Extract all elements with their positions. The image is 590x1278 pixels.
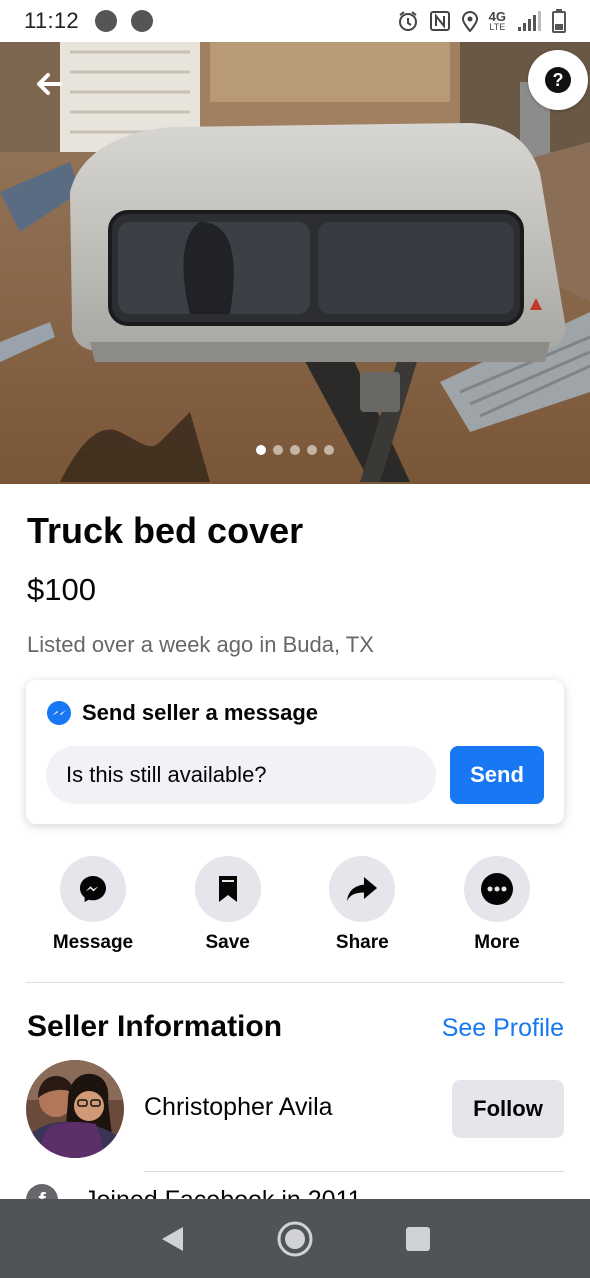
section-divider (26, 982, 564, 983)
message-card-title: Send seller a message (82, 700, 319, 725)
seller-avatar-photo (26, 1060, 124, 1158)
photo-pager (256, 445, 334, 455)
truck-bed-cover-photo (0, 42, 590, 484)
pager-dot[interactable] (290, 445, 300, 455)
pager-dot[interactable] (307, 445, 317, 455)
nav-back-icon (161, 1226, 183, 1251)
joined-facebook-text: Joined Facebook in 2011 (84, 1186, 362, 1200)
pager-dot[interactable] (324, 445, 334, 455)
nav-home-button[interactable] (273, 1217, 317, 1261)
status-time: 11:12 (24, 8, 79, 33)
send-button[interactable]: Send (450, 746, 544, 804)
seller-info-heading: Seller Information (27, 1010, 283, 1043)
share-action-button[interactable]: Share (295, 856, 429, 954)
messenger-icon (80, 876, 106, 902)
system-nav-bar (0, 1199, 590, 1278)
more-action-button[interactable]: More (430, 856, 564, 954)
share-action-label: Share (335, 932, 389, 953)
help-icon: ? (545, 67, 571, 93)
message-seller-card: Send seller a message Is this still avai… (26, 680, 564, 824)
share-icon (347, 877, 378, 901)
seller-avatar[interactable] (26, 1060, 124, 1158)
save-action-button[interactable]: Save (161, 856, 295, 954)
nav-recents-icon (406, 1226, 431, 1251)
share-action-circle[interactable] (329, 856, 396, 922)
nav-back-button[interactable] (150, 1217, 194, 1261)
signal-icon (518, 11, 541, 31)
listing-title: Truck bed cover (27, 510, 304, 551)
message-input[interactable]: Is this still available? (46, 746, 436, 804)
message-action-circle[interactable] (60, 856, 126, 922)
status-icons: 4G LTE (397, 9, 566, 33)
alarm-icon (398, 11, 417, 31)
facebook-icon: f (26, 1184, 58, 1200)
pager-dot[interactable] (273, 445, 283, 455)
notification-dot-icon (130, 10, 153, 32)
save-action-label: Save (205, 932, 250, 953)
notification-dot-icon (94, 10, 117, 32)
nav-home-icon (277, 1221, 313, 1256)
more-action-label: More (474, 932, 520, 953)
joined-facebook-row: f Joined Facebook in 2011 (26, 1184, 564, 1200)
save-action-circle[interactable] (194, 856, 261, 922)
message-card-header: Send seller a message (46, 700, 318, 726)
seller-name[interactable]: Christopher Avila (144, 1093, 333, 1122)
network-icon: 4G LTE (488, 8, 506, 32)
messenger-icon (47, 701, 71, 725)
listing-price: $100 (27, 572, 96, 607)
listing-meta: Listed over a week ago in Buda, TX (27, 632, 374, 657)
see-profile-link[interactable]: See Profile (442, 1014, 564, 1043)
message-action-button[interactable]: Message (26, 856, 160, 954)
back-arrow-icon[interactable] (30, 64, 70, 104)
listing-actions: Message Save Share More (26, 856, 564, 954)
seller-divider (144, 1171, 564, 1172)
pager-dot[interactable] (256, 445, 266, 455)
nfc-icon (429, 11, 450, 31)
follow-button[interactable]: Follow (452, 1080, 564, 1138)
status-bar: 11:12 4G LTE (0, 0, 590, 42)
more-action-circle[interactable] (463, 856, 530, 922)
battery-icon (552, 9, 566, 33)
more-icon (480, 873, 513, 905)
bookmark-icon (218, 876, 237, 902)
location-icon (461, 11, 478, 32)
nav-recents-button[interactable] (396, 1217, 440, 1261)
message-action-label: Message (52, 932, 134, 953)
help-button[interactable]: ? (528, 50, 588, 110)
listing-photo[interactable]: ? (0, 42, 590, 484)
